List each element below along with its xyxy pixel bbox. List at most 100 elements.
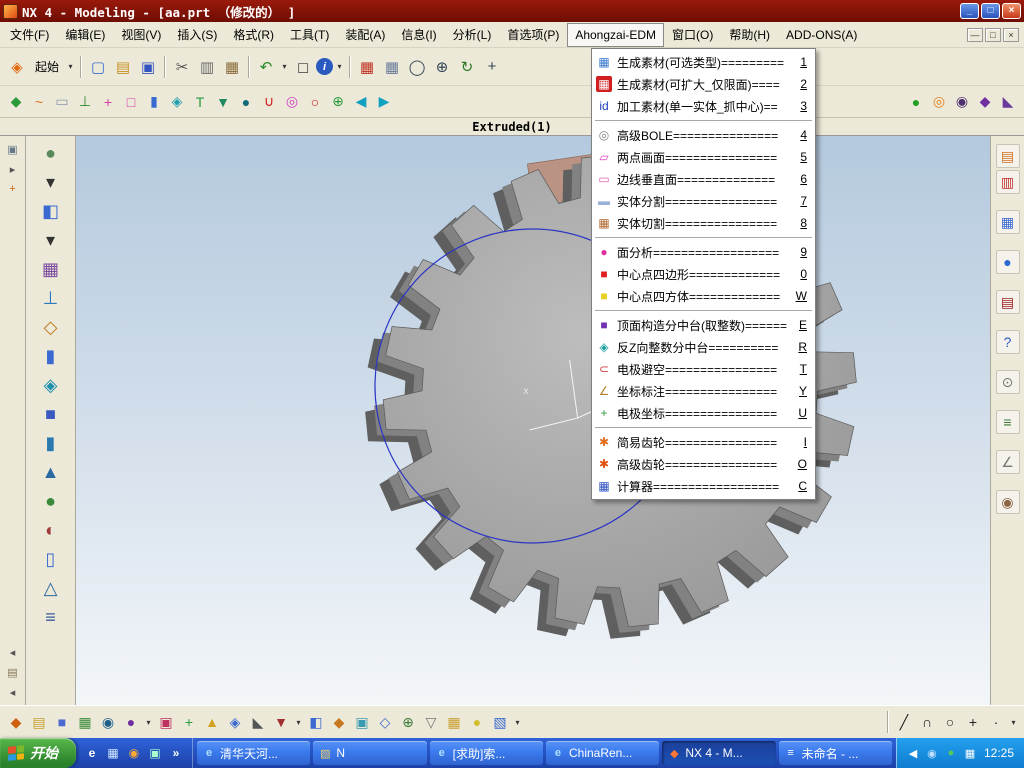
direction-flip-icon[interactable]: ▼ xyxy=(270,711,292,733)
roles-icon[interactable]: ◉ xyxy=(995,490,1020,514)
arc-center-icon[interactable]: ◉ xyxy=(97,711,119,733)
revolve-tool-icon[interactable]: ◈ xyxy=(36,372,66,399)
mid-point-icon[interactable]: ■ xyxy=(51,711,73,733)
hide-icons-chevron-icon[interactable]: ◀ xyxy=(905,745,921,761)
menu-item-solid-cut[interactable]: ▦ 实体切割================ 8 xyxy=(592,212,815,234)
point-constructor-icon[interactable]: + xyxy=(178,711,200,733)
show-desktop-icon[interactable]: ▦ xyxy=(104,744,122,762)
show-hide-icon[interactable]: ▦ xyxy=(380,55,404,79)
link-toggle-icon[interactable]: ● xyxy=(466,711,488,733)
dropdown-arrow-icon[interactable]: ▾ xyxy=(1008,711,1019,733)
menu-item-reverse-z-split[interactable]: ◈ 反Z向整数分中台========== R xyxy=(592,336,815,358)
quadrant-point-icon[interactable]: ● xyxy=(120,711,142,733)
snap-settings-icon[interactable]: ▦ xyxy=(443,711,465,733)
start-button[interactable]: 开始 xyxy=(0,738,76,768)
menu-item-advanced-bole[interactable]: ◎ 高级BOLE=============== 4 xyxy=(592,124,815,146)
graphics-canvas[interactable]: x xyxy=(76,136,990,705)
thread-tool-icon[interactable]: ≡ xyxy=(36,604,66,631)
assembly-navigator-icon[interactable]: ▤ xyxy=(995,144,1020,168)
point-set-icon[interactable]: □ xyxy=(120,91,142,113)
menubar-item-2[interactable]: 编辑(E) xyxy=(57,21,113,48)
display-part-icon[interactable]: ▦ xyxy=(355,55,379,79)
scroll-up-icon[interactable]: ▸ xyxy=(4,160,22,178)
nx-compass-icon[interactable]: ◈ xyxy=(5,55,29,79)
menubar-item-1[interactable]: 文件(F) xyxy=(2,21,57,48)
dropdown-arrow-icon[interactable]: ▾ xyxy=(36,169,66,196)
task-qinghua-tianhe[interactable]: e 清华天河... xyxy=(197,741,311,765)
menu-item-coordinate-dimension[interactable]: ∠ 坐标标注================ Y xyxy=(592,380,815,402)
menu-item-calculator[interactable]: ▦ 计算器================== C xyxy=(592,475,815,497)
spline-icon[interactable]: ~ xyxy=(28,91,50,113)
shaded-toggle-icon[interactable]: ◧ xyxy=(305,711,327,733)
trim-body-icon[interactable]: ◀ xyxy=(350,91,372,113)
hatch-toggle-icon[interactable]: ▧ xyxy=(489,711,511,733)
info-icon[interactable]: i xyxy=(316,58,334,75)
internet-explorer-icon[interactable]: e xyxy=(83,744,101,762)
datum-axis-icon[interactable]: ⊥ xyxy=(74,91,96,113)
fillet-tool-icon[interactable]: + xyxy=(962,711,984,733)
blend-icon[interactable]: ◆ xyxy=(974,91,996,113)
cylinder-tool-icon[interactable]: ▮ xyxy=(36,430,66,457)
minimize-button[interactable]: _ xyxy=(960,3,979,19)
pocket-icon[interactable]: ○ xyxy=(304,91,326,113)
intersection-point-icon[interactable]: ▦ xyxy=(74,711,96,733)
sphere-icon[interactable]: ● xyxy=(235,91,257,113)
menu-item-two-point-plane[interactable]: ▱ 两点画面================ 5 xyxy=(592,146,815,168)
shaded-view-icon[interactable]: ◧ xyxy=(36,198,66,225)
menubar-item-6[interactable]: 工具(T) xyxy=(282,21,337,48)
dropdown-arrow-icon[interactable]: ▾ xyxy=(36,227,66,254)
menubar-item-5[interactable]: 格式(R) xyxy=(225,21,282,48)
menubar-item-12[interactable]: 窗口(O) xyxy=(664,21,721,48)
cone-2-icon[interactable]: △ xyxy=(36,575,66,602)
menu-item-face-analysis[interactable]: ● 面分析================== 9 xyxy=(592,241,815,263)
block-tool-icon[interactable]: ■ xyxy=(36,401,66,428)
snap-point-icon[interactable]: ◆ xyxy=(5,711,27,733)
menubar-item-3[interactable]: 视图(V) xyxy=(113,21,169,48)
zoom-view-icon[interactable]: ◯ xyxy=(405,55,429,79)
collapse-panel-2-icon[interactable]: ◂ xyxy=(4,683,22,701)
subtract-tool-icon[interactable]: ◐ xyxy=(36,517,66,544)
circle-tool-icon[interactable]: ○ xyxy=(939,711,961,733)
face-rule-icon[interactable]: ▲ xyxy=(201,711,223,733)
datum-plane-icon[interactable]: ▭ xyxy=(51,91,73,113)
resource-tab-icon[interactable]: ▤ xyxy=(4,663,22,681)
task-untitled-notepad[interactable]: ≡ 未命名 - ... xyxy=(778,741,892,765)
point-tool-icon[interactable]: · xyxy=(985,711,1007,733)
messenger-icon[interactable]: ▣ xyxy=(146,744,164,762)
revolve-icon[interactable]: ◈ xyxy=(166,91,188,113)
menu-item-machining-material[interactable]: id 加工素材(单一实体_抓中心)== 3 xyxy=(592,95,815,117)
datum-grid-icon[interactable]: ▦ xyxy=(36,256,66,283)
menu-item-advanced-gear[interactable]: ✱ 高级齿轮================ O xyxy=(592,453,815,475)
menubar-item-13[interactable]: 帮助(H) xyxy=(721,21,778,48)
paste-icon[interactable]: ▦ xyxy=(220,55,244,79)
media-player-icon[interactable]: ◉ xyxy=(125,744,143,762)
selection-filter-icon[interactable]: ▣ xyxy=(4,140,22,158)
materials-icon[interactable]: ≡ xyxy=(995,410,1020,434)
boss-icon[interactable]: ◎ xyxy=(281,91,303,113)
zoom-in-out-icon[interactable]: ⊕ xyxy=(430,55,454,79)
subtract-icon[interactable]: ◎ xyxy=(928,91,950,113)
close-button[interactable]: × xyxy=(1002,3,1021,19)
csys-icon[interactable]: ⊥ xyxy=(36,285,66,312)
save-icon[interactable]: ▣ xyxy=(136,55,160,79)
help-icon[interactable]: ? xyxy=(995,330,1020,354)
hole-icon[interactable]: ∪ xyxy=(258,91,280,113)
collapse-panel-icon[interactable]: ◂ xyxy=(4,643,22,661)
menubar-item-4[interactable]: 插入(S) xyxy=(169,21,225,48)
edge-rule-icon[interactable]: ◈ xyxy=(224,711,246,733)
arc-tool-icon[interactable]: ∩ xyxy=(916,711,938,733)
move-object-icon[interactable]: ◻ xyxy=(291,55,315,79)
intersect-icon[interactable]: ◉ xyxy=(951,91,973,113)
extrude-icon[interactable]: ▮ xyxy=(143,91,165,113)
menubar-item-9[interactable]: 分析(L) xyxy=(445,21,500,48)
grid-toggle-icon[interactable]: ⊕ xyxy=(397,711,419,733)
copy-icon[interactable]: ▥ xyxy=(195,55,219,79)
ime-icon[interactable]: ▦ xyxy=(962,745,978,761)
maximize-button[interactable]: □ xyxy=(981,3,1000,19)
dropdown-arrow-icon[interactable]: ▾ xyxy=(65,55,76,79)
clock-icon[interactable]: ⊙ xyxy=(995,370,1020,394)
dropdown-arrow-icon[interactable]: ▾ xyxy=(143,711,154,733)
menu-item-solid-split[interactable]: ▬ 实体分割================ 7 xyxy=(592,190,815,212)
sketch-icon[interactable]: ◆ xyxy=(5,91,27,113)
task-nx4-modeling[interactable]: ◆ NX 4 - M... xyxy=(662,741,776,765)
